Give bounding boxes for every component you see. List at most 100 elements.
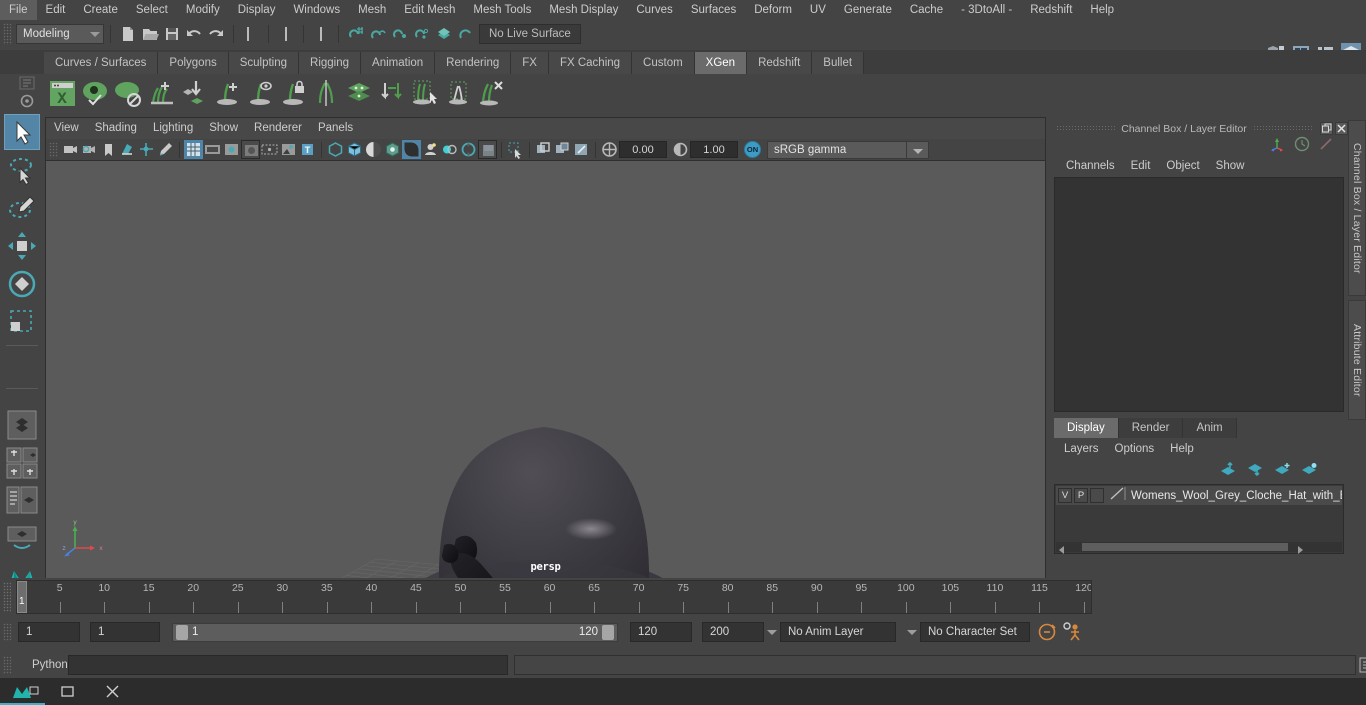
depth-of-field-icon[interactable] [478, 140, 497, 159]
layer-visibility-toggle[interactable]: V [1058, 488, 1072, 503]
two-d-pan-zoom-icon[interactable] [137, 140, 156, 159]
film-gate-icon[interactable] [203, 140, 222, 159]
menu-mesh[interactable]: Mesh [349, 0, 395, 20]
new-layer-icon[interactable] [1274, 462, 1291, 481]
anim-layer-dropdown-arrow[interactable] [764, 622, 780, 642]
camera-attributes-icon[interactable] [80, 140, 99, 159]
table-row[interactable]: V P Womens_Wool_Grey_Cloche_Hat_with_Bla [1056, 486, 1342, 505]
layer-menu-help[interactable]: Help [1162, 443, 1202, 455]
xray-active-components-icon[interactable] [553, 140, 572, 159]
display-layer-list[interactable]: V P Womens_Wool_Grey_Cloche_Hat_with_Bla [1054, 484, 1344, 554]
screen-space-ao-icon[interactable] [421, 140, 440, 159]
color-profile-field[interactable]: sRGB gamma [767, 140, 907, 159]
menu-select[interactable]: Select [127, 0, 177, 20]
move-tool[interactable] [4, 228, 40, 264]
menu-surfaces[interactable]: Surfaces [682, 0, 745, 20]
xgen-disable-preview-icon[interactable] [112, 77, 145, 110]
viewport-menu-panels[interactable]: Panels [310, 118, 361, 139]
range-slider-right-handle[interactable] [602, 624, 614, 640]
xray-icon[interactable] [534, 140, 553, 159]
scale-tool[interactable] [4, 304, 40, 340]
layer-type-toggle[interactable] [1090, 488, 1104, 503]
status-line-grip[interactable] [3, 23, 12, 45]
menu-display[interactable]: Display [229, 0, 285, 20]
four-pane-layout-icon[interactable] [4, 445, 40, 481]
menu-edit-mesh[interactable]: Edit Mesh [395, 0, 464, 20]
move-layer-down-icon[interactable] [1247, 462, 1264, 481]
side-tab-attribute-editor[interactable]: Attribute Editor [1348, 300, 1366, 420]
persp-graph-layout-icon[interactable] [4, 521, 40, 557]
channel-box-content[interactable] [1054, 177, 1344, 412]
isolate-select-icon[interactable] [506, 140, 525, 159]
xgen-delete-guides-icon[interactable] [475, 77, 508, 110]
save-scene-icon[interactable] [161, 23, 183, 45]
layer-color-swatch[interactable] [1109, 486, 1127, 506]
multisample-aa-icon[interactable] [459, 140, 478, 159]
shelf-options-area[interactable] [0, 74, 46, 112]
channel-menu-channels[interactable]: Channels [1058, 160, 1123, 172]
menu-create[interactable]: Create [74, 0, 127, 20]
layer-list-horizontal-scrollbar[interactable] [1056, 542, 1342, 554]
new-scene-icon[interactable] [117, 23, 139, 45]
snap-curve-icon[interactable] [367, 23, 389, 45]
shelf-tab-rendering[interactable]: Rendering [435, 52, 512, 74]
axis-gizmo-icon[interactable] [1268, 136, 1286, 157]
xray-joints-icon[interactable]: T [298, 140, 317, 159]
display-layers-icon[interactable] [572, 140, 591, 159]
textured-display-icon[interactable] [364, 140, 383, 159]
character-set-field[interactable]: No Character Set [920, 622, 1030, 642]
auto-keyframe-icon[interactable] [1036, 621, 1060, 643]
shaded-display-icon[interactable] [326, 140, 345, 159]
playback-end-time-field[interactable]: 120 [630, 622, 692, 642]
window-close-icon[interactable] [90, 678, 135, 705]
exposure-control-icon[interactable] [279, 140, 298, 159]
menu-3dtoall[interactable]: - 3DtoAll - [952, 0, 1021, 20]
viewport-menu-renderer[interactable]: Renderer [246, 118, 310, 139]
command-language-label[interactable]: Python [14, 659, 68, 671]
undo-icon[interactable] [183, 23, 205, 45]
shelf-tab-rigging[interactable]: Rigging [299, 52, 362, 74]
channel-menu-object[interactable]: Object [1158, 160, 1207, 172]
menu-cache[interactable]: Cache [901, 0, 952, 20]
shelf-tab-sculpting[interactable]: Sculpting [228, 52, 300, 74]
xgen-mirror-guides-icon[interactable] [310, 77, 343, 110]
time-slider-grip[interactable] [3, 582, 11, 612]
image-plane-icon[interactable] [118, 140, 137, 159]
grid-toggle-icon[interactable] [184, 140, 203, 159]
select-by-component-icon[interactable] [310, 23, 332, 45]
channel-menu-show[interactable]: Show [1208, 160, 1253, 172]
menu-windows[interactable]: Windows [284, 0, 349, 20]
select-by-hierarchy-icon[interactable] [240, 23, 262, 45]
dock-grip-right[interactable] [1252, 125, 1312, 132]
menu-redshift[interactable]: Redshift [1021, 0, 1081, 20]
xgen-editor-icon[interactable]: X [46, 77, 79, 110]
layer-menu-options[interactable]: Options [1107, 443, 1163, 455]
xgen-create-guide-icon[interactable] [211, 77, 244, 110]
single-pane-layout-icon[interactable] [4, 407, 40, 443]
xgen-guide-visibility-icon[interactable] [244, 77, 277, 110]
layer-tab-anim[interactable]: Anim [1183, 418, 1237, 438]
menu-curves[interactable]: Curves [627, 0, 681, 20]
scroll-right-arrow-icon[interactable] [1294, 542, 1306, 554]
xgen-convert-to-interactive-icon[interactable] [376, 77, 409, 110]
layer-tab-display[interactable]: Display [1054, 418, 1119, 438]
menu-set-selector[interactable]: Modeling [16, 24, 104, 44]
layer-name-label[interactable]: Womens_Wool_Grey_Cloche_Hat_with_Bla [1127, 490, 1342, 502]
command-input[interactable] [67, 655, 508, 675]
viewport-menu-lighting[interactable]: Lighting [145, 118, 201, 139]
script-editor-icon[interactable] [1356, 654, 1366, 676]
viewport-toolbar-grip[interactable] [49, 141, 58, 158]
time-slider[interactable]: 1 5 10 15 20 25 30 35 40 45 50 55 60 65 70 75 80 85 90 95 1… [16, 580, 1092, 614]
xgen-select-guides-icon[interactable] [409, 77, 442, 110]
shadows-icon[interactable] [402, 140, 421, 159]
gate-mask-icon[interactable] [241, 140, 260, 159]
film-origin-icon[interactable] [260, 140, 279, 159]
xgen-preview-icon[interactable] [79, 77, 112, 110]
snap-point-icon[interactable] [389, 23, 411, 45]
viewport-3d-view[interactable]: persp y x z [46, 161, 1045, 578]
viewport-menu-shading[interactable]: Shading [87, 118, 145, 139]
playback-start-time-field[interactable]: 1 [90, 622, 160, 642]
side-tab-channel-box[interactable]: Channel Box / Layer Editor [1348, 120, 1366, 296]
color-management-toggle[interactable]: ON [744, 141, 761, 158]
shelf-tab-fx-caching[interactable]: FX Caching [548, 52, 633, 74]
